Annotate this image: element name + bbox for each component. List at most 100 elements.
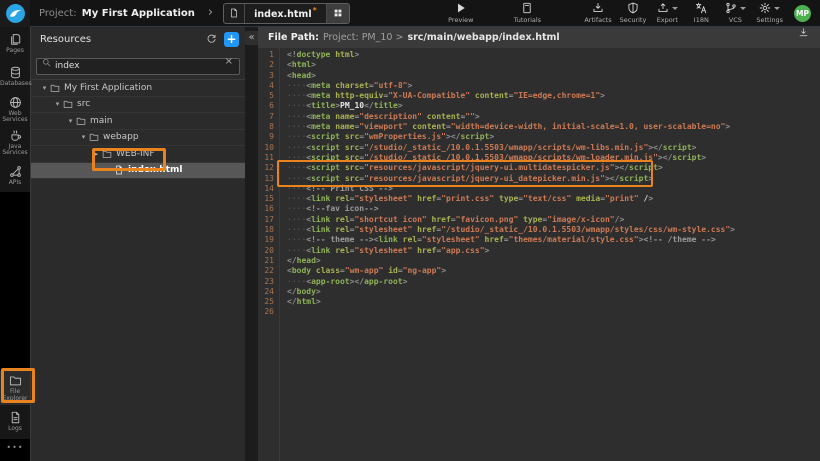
file-path-bar: File Path: Project: PM_10 > src/main/web… — [258, 27, 820, 48]
code-line-4[interactable]: ····<meta charset="utf-8"> — [287, 81, 820, 91]
sidebar-item-apis[interactable]: APIs — [0, 159, 30, 192]
more-icon[interactable]: ••• — [0, 439, 30, 461]
tree-closed-arrow-icon[interactable]: ▸ — [91, 150, 102, 158]
preview-label: Preview — [448, 16, 473, 24]
line-number: 19 — [258, 235, 279, 245]
code-area[interactable]: <!doctype html><html><head>····<meta cha… — [280, 48, 820, 461]
code-line-2[interactable]: <html> — [287, 60, 820, 70]
search-input[interactable] — [36, 58, 240, 75]
line-number: 26 — [258, 307, 279, 317]
folder-icon — [50, 83, 60, 93]
tree-open-arrow-icon[interactable]: ▾ — [78, 133, 89, 141]
code-line-6[interactable]: ····<title>PM_10</title> — [287, 101, 820, 111]
code-line-18[interactable]: ····<link rel="stylesheet" href="/studio… — [287, 225, 820, 235]
sidebar-item-web-services[interactable]: Web Services — [0, 93, 30, 126]
code-line-8[interactable]: ····<meta name="viewport" content="width… — [287, 122, 820, 132]
sidebar-item-label: Databases — [0, 81, 30, 88]
tree-item-my-first-application[interactable]: ▾My First Application — [31, 80, 245, 97]
rail-spacer — [0, 192, 30, 371]
panel-splitter[interactable]: « — [245, 27, 258, 461]
collapse-panel-icon[interactable]: « — [245, 31, 258, 45]
code-line-16[interactable]: ····<!--fav icon--> — [287, 204, 820, 214]
security-button[interactable]: Security — [620, 2, 647, 24]
tree-item-webapp[interactable]: ▾webapp — [31, 130, 245, 147]
tree-open-arrow-icon[interactable]: ▾ — [39, 84, 50, 92]
topbar-right-actions: Artifacts Security Export I18N VCS Settings — [580, 0, 787, 26]
code-line-24[interactable]: </body> — [287, 287, 820, 297]
code-line-21[interactable]: </head> — [287, 256, 820, 266]
tab-index-html[interactable]: index.html* — [223, 3, 350, 24]
line-number: 8 — [258, 122, 279, 132]
chevron-down-icon — [774, 7, 780, 10]
sidebar-item-logs[interactable]: Logs — [0, 405, 30, 439]
wavemaker-logo[interactable] — [0, 0, 30, 27]
tree-item-label: WEB-INF — [116, 149, 155, 159]
sidebar-item-pages[interactable]: Pages — [0, 27, 30, 60]
tree-item-index-html[interactable]: index.html — [31, 163, 245, 180]
project-breadcrumb: Project: My First Application — [39, 8, 195, 19]
i18n-button[interactable]: I18N — [688, 2, 714, 24]
add-resource-button[interactable]: + — [224, 32, 239, 47]
file-path-label: File Path: — [268, 32, 319, 43]
vcs-button[interactable]: VCS — [722, 2, 748, 24]
sidebar-item-label: Logs — [0, 426, 30, 433]
refresh-icon[interactable] — [206, 34, 217, 45]
line-number: 14 — [258, 184, 279, 194]
line-number: 23 — [258, 277, 279, 287]
grid-icon[interactable] — [326, 4, 349, 23]
settings-button[interactable]: Settings — [756, 2, 783, 24]
tree-open-arrow-icon[interactable]: ▾ — [65, 117, 76, 125]
code-line-11[interactable]: ····<script src="/studio/_static_/10.0.1… — [287, 153, 820, 163]
wavemaker-studio-window: Project: My First Application › index.ht… — [0, 0, 820, 461]
code-line-3[interactable]: <head> — [287, 71, 820, 81]
download-icon[interactable] — [798, 27, 810, 38]
sidebar-item-databases[interactable]: Databases — [0, 60, 30, 93]
code-line-25[interactable]: </html> — [287, 297, 820, 307]
code-line-19[interactable]: ····<!-- theme --><link rel="stylesheet"… — [287, 235, 820, 245]
file-icon — [224, 4, 245, 23]
tutorials-button[interactable]: Tutorials — [514, 2, 541, 24]
code-line-7[interactable]: ····<meta name="description" content=""> — [287, 112, 820, 122]
line-number: 6 — [258, 101, 279, 111]
code-line-12[interactable]: ····<script src="resources/javascript/jq… — [287, 163, 820, 173]
code-line-5[interactable]: ····<meta http-equiv="X-UA-Compatible" c… — [287, 91, 820, 101]
java-icon — [9, 129, 22, 142]
preview-button[interactable]: Preview — [448, 2, 474, 24]
tree-item-main[interactable]: ▾main — [31, 113, 245, 130]
line-number: 10 — [258, 143, 279, 153]
search-icon — [42, 58, 51, 67]
tree-item-label: index.html — [128, 165, 182, 175]
code-line-22[interactable]: <body class="wm-app" id="ng-app"> — [287, 266, 820, 276]
tree-open-arrow-icon[interactable]: ▾ — [52, 100, 63, 108]
sidebar-item-java-services[interactable]: Java Services — [0, 126, 30, 159]
line-number: 17 — [258, 215, 279, 225]
line-number: 24 — [258, 287, 279, 297]
code-editor[interactable]: 1234567891011121314151617181920212223242… — [258, 48, 820, 461]
code-line-1[interactable]: <!doctype html> — [287, 50, 820, 60]
code-line-10[interactable]: ····<script src="/studio/_static_/10.0.1… — [287, 143, 820, 153]
code-line-23[interactable]: ····<app-root></app-root> — [287, 277, 820, 287]
sidebar-item-file-explorer[interactable]: File Explorer — [0, 371, 30, 405]
code-line-9[interactable]: ····<script src="wmProperties.js"></scri… — [287, 132, 820, 142]
user-avatar[interactable]: MP — [794, 5, 811, 22]
export-button[interactable]: Export — [654, 2, 680, 24]
folder-icon — [102, 149, 112, 159]
tutorials-label: Tutorials — [514, 16, 541, 24]
code-line-17[interactable]: ····<link rel="shortcut icon" href="favi… — [287, 215, 820, 225]
settings-label: Settings — [756, 16, 783, 24]
code-line-13[interactable]: ····<script src="resources/javascript/jq… — [287, 174, 820, 184]
file-icon — [114, 165, 124, 175]
code-line-26[interactable] — [287, 307, 820, 317]
tree-item-web-inf[interactable]: ▸ WEB-INF — [31, 146, 245, 163]
line-number: 20 — [258, 246, 279, 256]
tree-item-label: src — [77, 99, 90, 109]
code-line-20[interactable]: ····<link rel="stylesheet" href="app.css… — [287, 246, 820, 256]
clear-search-icon[interactable]: × — [225, 56, 233, 68]
artifacts-button[interactable]: Artifacts — [584, 2, 611, 24]
tree-item-src[interactable]: ▾ src — [31, 97, 245, 114]
file-tree: ▾My First Application▾src▾main▾webapp▸WE… — [31, 79, 245, 179]
sidebar-item-label: File Explorer — [0, 389, 30, 402]
tutorials-icon — [521, 2, 533, 14]
code-line-14[interactable]: ····<!-- Print CSS --> — [287, 184, 820, 194]
code-line-15[interactable]: ····<link rel="stylesheet" href="print.c… — [287, 194, 820, 204]
